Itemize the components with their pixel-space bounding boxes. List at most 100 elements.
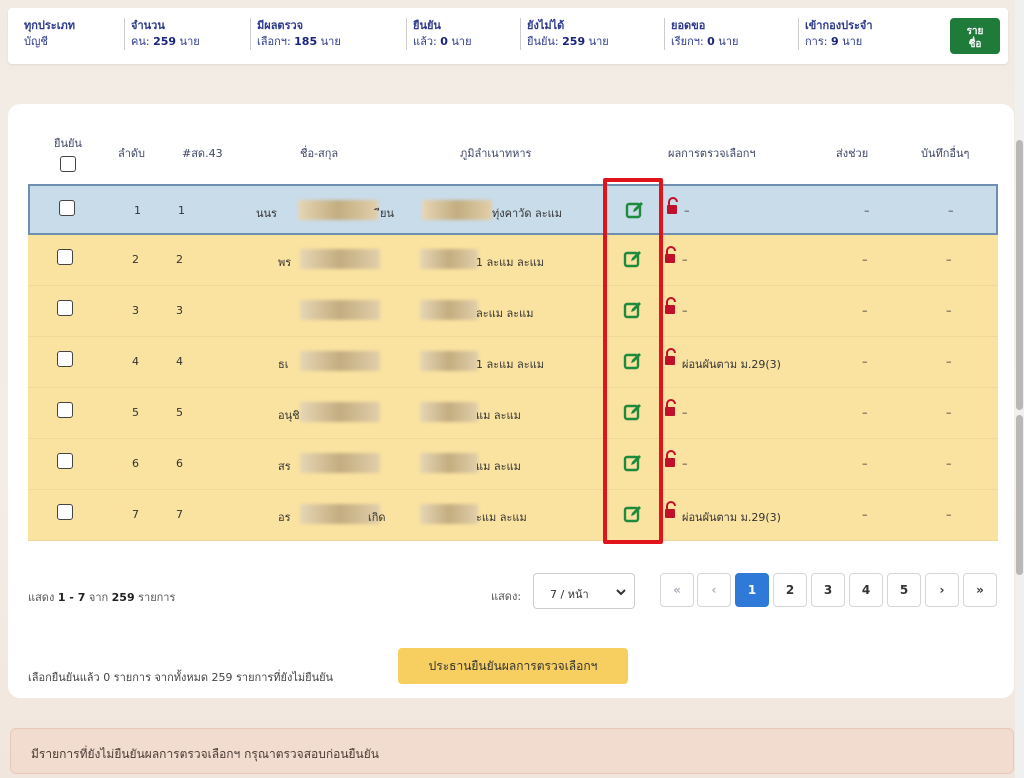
stat-has-result[interactable]: มีผลตรวจ เลือกฯ: 185 นาย bbox=[250, 18, 341, 50]
header-send[interactable]: ส่งช่วย bbox=[836, 144, 868, 162]
stat-enlisted[interactable]: เข้ากองประจำ การ: 9 นาย bbox=[798, 18, 873, 50]
page-4-button[interactable]: 4 bbox=[849, 573, 883, 607]
edit-icon[interactable] bbox=[623, 504, 643, 524]
row-checkbox[interactable] bbox=[57, 249, 73, 265]
page-2-button[interactable]: 2 bbox=[773, 573, 807, 607]
header-note[interactable]: บันทึกอื่นๆ bbox=[921, 144, 969, 162]
table-row[interactable]: 6 6 สร แม ละแม – – – bbox=[28, 439, 998, 490]
table-row[interactable]: 1 1 นนรียน ทุ่งคาวัด ละแม – – – bbox=[28, 184, 998, 235]
stat-not-confirmed-value: 259 bbox=[562, 35, 586, 48]
edit-icon[interactable] bbox=[623, 402, 643, 422]
row-send: – bbox=[862, 304, 868, 317]
header-name[interactable]: ชื่อ-สกุล bbox=[300, 144, 338, 162]
row-sd43: 7 bbox=[176, 508, 183, 521]
row-checkbox[interactable] bbox=[57, 453, 73, 469]
scrollbar-thumb[interactable] bbox=[1016, 140, 1023, 410]
lock-icon bbox=[664, 399, 678, 417]
page-3-button[interactable]: 3 bbox=[811, 573, 845, 607]
edit-icon[interactable] bbox=[623, 453, 643, 473]
row-result: – bbox=[682, 406, 688, 419]
page-first-button[interactable]: « bbox=[660, 573, 694, 607]
table-row[interactable]: 5 5 อนุชิ แม ละแม – – – bbox=[28, 388, 998, 439]
stat-count-value: 259 bbox=[153, 35, 177, 48]
chairman-confirm-button[interactable]: ประธานยืนยันผลการตรวจเลือกฯ bbox=[398, 648, 628, 684]
row-checkbox[interactable] bbox=[57, 402, 73, 418]
stat-confirmed[interactable]: ยืนยัน แล้ว: 0 นาย bbox=[406, 18, 472, 50]
row-send: – bbox=[862, 508, 868, 521]
row-result: ผ่อนผันตาม ม.29(3) bbox=[682, 511, 781, 524]
row-send: – bbox=[864, 204, 870, 217]
name-list-button[interactable]: ราย ชื่อ bbox=[950, 18, 1000, 54]
table-row[interactable]: 4 4 ธเ 1 ละแม ละแม ผ่อนผันตาม ม.29(3) – – bbox=[28, 337, 998, 388]
header-order[interactable]: ลำดับ bbox=[118, 144, 145, 162]
table-row[interactable]: 2 2 พร 1 ละแม ละแม – – – bbox=[28, 235, 998, 286]
table-row[interactable]: 7 7 อร เกิด ะแม ละแม ผ่อนผันตาม ม.29(3) – – bbox=[28, 490, 998, 541]
stat-all-types-line2: บัญชี bbox=[24, 35, 48, 48]
row-result: – bbox=[682, 253, 688, 266]
redacted-domicile bbox=[420, 402, 478, 422]
redacted-domicile bbox=[420, 351, 478, 371]
stat-enlisted-value: 9 bbox=[830, 35, 839, 48]
row-order: 1 bbox=[134, 204, 141, 217]
stat-count[interactable]: จำนวน คน: 259 นาย bbox=[124, 18, 200, 50]
row-checkbox[interactable] bbox=[59, 200, 75, 216]
chevron-down-icon bbox=[616, 589, 626, 596]
lock-icon bbox=[664, 297, 678, 315]
row-checkbox[interactable] bbox=[57, 351, 73, 367]
page-5-button[interactable]: 5 bbox=[887, 573, 921, 607]
scrollbar-thumb-lower[interactable] bbox=[1016, 415, 1023, 575]
pagination-info-prefix: แสดง bbox=[28, 591, 58, 604]
stat-has-result-prefix: เลือกฯ: bbox=[257, 35, 295, 48]
row-domicile: 1 ละแม ละแม bbox=[476, 358, 544, 371]
row-checkbox[interactable] bbox=[57, 504, 73, 520]
row-domicile: ละแม ละแม bbox=[476, 307, 534, 320]
row-result: – bbox=[682, 304, 688, 317]
pagination-info-total: 259 bbox=[111, 591, 135, 604]
row-note: – bbox=[946, 508, 952, 521]
redacted-domicile bbox=[420, 504, 478, 524]
pagination-info-range: 1 - 7 bbox=[57, 591, 86, 604]
row-note: – bbox=[946, 253, 952, 266]
stat-requested[interactable]: ยอดขอ เรียกฯ: 0 นาย bbox=[664, 18, 738, 50]
redacted-name bbox=[300, 300, 380, 320]
row-name-prefix: พร bbox=[278, 256, 292, 269]
edit-icon[interactable] bbox=[623, 351, 643, 371]
row-domicile: ะแม ละแม bbox=[476, 511, 527, 524]
row-order: 6 bbox=[132, 457, 139, 470]
header-domicile[interactable]: ภูมิลำเนาทหาร bbox=[460, 144, 531, 162]
edit-icon[interactable] bbox=[625, 200, 645, 220]
header-sd43[interactable]: #สด.43 bbox=[182, 144, 223, 162]
page-1-button[interactable]: 1 bbox=[735, 573, 769, 607]
per-page-select[interactable]: 7 / หน้า bbox=[533, 573, 635, 609]
edit-icon[interactable] bbox=[623, 300, 643, 320]
stat-not-confirmed-label: ยังไม่ได้ bbox=[527, 19, 565, 32]
lock-icon bbox=[664, 246, 678, 264]
stat-confirmed-value: 0 bbox=[440, 35, 448, 48]
stat-not-confirmed-prefix: ยืนยัน: bbox=[527, 35, 563, 48]
pagination-info-suffix: รายการ bbox=[134, 591, 176, 604]
stat-all-types[interactable]: ทุกประเภท บัญชี bbox=[24, 18, 75, 50]
stat-not-confirmed-unit: นาย bbox=[585, 35, 609, 48]
pagination-info: แสดง 1 - 7 จาก 259 รายการ bbox=[28, 588, 175, 606]
row-name-prefix: ธเ bbox=[278, 358, 289, 371]
row-name-prefix: สร bbox=[278, 460, 291, 473]
row-result: – bbox=[684, 204, 690, 217]
table-row[interactable]: 3 3 ละแม ละแม – – – bbox=[28, 286, 998, 337]
select-all-checkbox[interactable] bbox=[59, 156, 76, 172]
page-last-button[interactable]: » bbox=[963, 573, 997, 607]
row-name-suffix: เกิด bbox=[368, 511, 386, 524]
row-result: ผ่อนผันตาม ม.29(3) bbox=[682, 358, 781, 371]
stat-not-confirmed[interactable]: ยังไม่ได้ ยืนยัน: 259 นาย bbox=[520, 18, 609, 50]
stat-has-result-unit: นาย bbox=[317, 35, 341, 48]
stat-enlisted-prefix: การ: bbox=[805, 35, 831, 48]
row-send: – bbox=[862, 253, 868, 266]
header-result[interactable]: ผลการตรวจเลือกฯ bbox=[668, 144, 756, 162]
stat-count-label: จำนวน bbox=[131, 19, 165, 32]
lock-icon bbox=[664, 501, 678, 519]
page-next-button[interactable]: › bbox=[925, 573, 959, 607]
edit-icon[interactable] bbox=[623, 249, 643, 269]
stat-requested-prefix: เรียกฯ: bbox=[671, 35, 708, 48]
page-prev-button[interactable]: ‹ bbox=[697, 573, 731, 607]
row-checkbox[interactable] bbox=[57, 300, 73, 316]
stat-has-result-value: 185 bbox=[294, 35, 318, 48]
